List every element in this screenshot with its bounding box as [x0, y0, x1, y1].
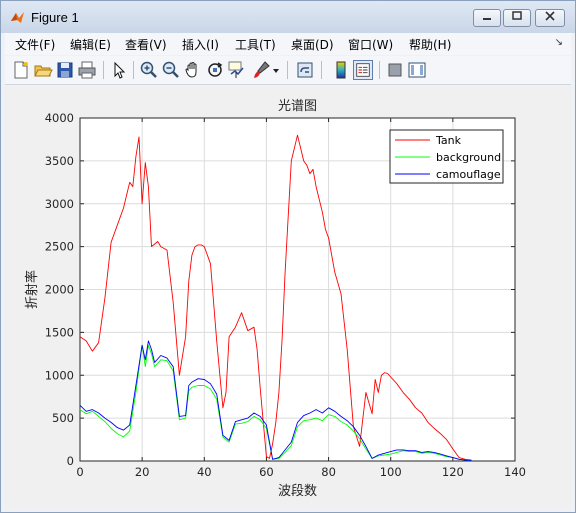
minimize-button[interactable] [473, 9, 501, 27]
window-title: Figure 1 [31, 10, 79, 25]
x-tick-label: 120 [442, 465, 464, 479]
x-tick-label: 100 [380, 465, 402, 479]
y-tick-label: 3500 [45, 154, 74, 168]
y-tick-label: 2500 [45, 240, 74, 254]
brush-icon[interactable] [251, 60, 271, 80]
y-tick-label: 1000 [45, 368, 74, 382]
menu-file[interactable]: 文件(F) [15, 36, 55, 53]
maximize-icon [512, 11, 522, 20]
hide-plot-tools-icon[interactable] [385, 60, 405, 80]
menu-view[interactable]: 查看(V) [125, 36, 167, 53]
toolbar-separator [103, 61, 104, 79]
y-tick-label: 3000 [45, 197, 74, 211]
legend-icon[interactable] [353, 60, 373, 80]
y-tick-label: 1500 [45, 325, 74, 339]
toolbar-separator [133, 61, 134, 79]
y-tick-label: 2000 [45, 283, 74, 297]
zoom-out-icon[interactable] [161, 60, 181, 80]
toolbar-separator [321, 61, 322, 79]
menu-edit[interactable]: 编辑(E) [70, 36, 111, 53]
legend-label-Tank: Tank [435, 134, 462, 147]
y-axis-label: 折射率 [24, 270, 40, 309]
figure-window: Figure 1 文件(F) 编辑(E) 查看(V) 插入(I) 工具(T) 桌… [0, 0, 576, 513]
brush-dropdown-icon[interactable] [271, 60, 281, 80]
x-tick-label: 40 [197, 465, 212, 479]
save-icon[interactable] [55, 60, 75, 80]
show-plot-tools-icon[interactable] [407, 60, 427, 80]
x-tick-label: 0 [76, 465, 83, 479]
minimize-icon [483, 18, 491, 20]
pointer-icon[interactable] [109, 60, 129, 80]
rotate-icon[interactable] [205, 60, 225, 80]
pan-icon[interactable] [183, 60, 203, 80]
zoom-in-icon[interactable] [139, 60, 159, 80]
x-axis-label: 波段数 [278, 484, 317, 499]
maximize-button[interactable] [503, 9, 531, 27]
data-cursor-icon[interactable] [227, 60, 247, 80]
title-bar[interactable]: Figure 1 [1, 1, 575, 33]
toolbar-separator [287, 61, 288, 79]
legend-label-camouflage: camouflage [436, 168, 501, 181]
legend-label-background: background [436, 151, 501, 164]
y-tick-label: 0 [67, 454, 74, 468]
x-tick-label: 140 [504, 465, 526, 479]
x-tick-label: 80 [321, 465, 336, 479]
x-tick-label: 20 [135, 465, 150, 479]
menu-tools[interactable]: 工具(T) [235, 36, 276, 53]
y-tick-label: 4000 [45, 111, 74, 125]
colorbar-icon[interactable] [331, 60, 351, 80]
print-icon[interactable] [77, 60, 97, 80]
y-tick-label: 500 [52, 411, 74, 425]
menu-help[interactable]: 帮助(H) [409, 36, 451, 53]
link-plot-icon[interactable] [295, 60, 315, 80]
close-icon [545, 11, 555, 21]
menu-bar: 文件(F) 编辑(E) 查看(V) 插入(I) 工具(T) 桌面(D) 窗口(W… [5, 33, 571, 55]
menu-insert[interactable]: 插入(I) [182, 36, 219, 53]
x-tick-label: 60 [259, 465, 274, 479]
menu-window[interactable]: 窗口(W) [348, 36, 393, 53]
menu-desktop[interactable]: 桌面(D) [291, 36, 334, 53]
new-figure-icon[interactable] [11, 60, 31, 80]
chart-title: 光谱图 [278, 99, 317, 114]
figure-toolbar [5, 56, 571, 85]
matlab-icon [11, 12, 24, 23]
close-button[interactable] [535, 9, 565, 27]
open-icon[interactable] [33, 60, 53, 80]
toolbar-separator [379, 61, 380, 79]
figure-canvas: 0 20 40 60 80 100 120 140 0 500 1000 1500 2000 2500 30… [5, 85, 571, 509]
dock-arrow-icon[interactable]: ↘ [555, 37, 563, 48]
spectrum-chart: 0 20 40 60 80 100 120 140 0 500 1000 1500 2000 2500 30… [24, 99, 526, 499]
